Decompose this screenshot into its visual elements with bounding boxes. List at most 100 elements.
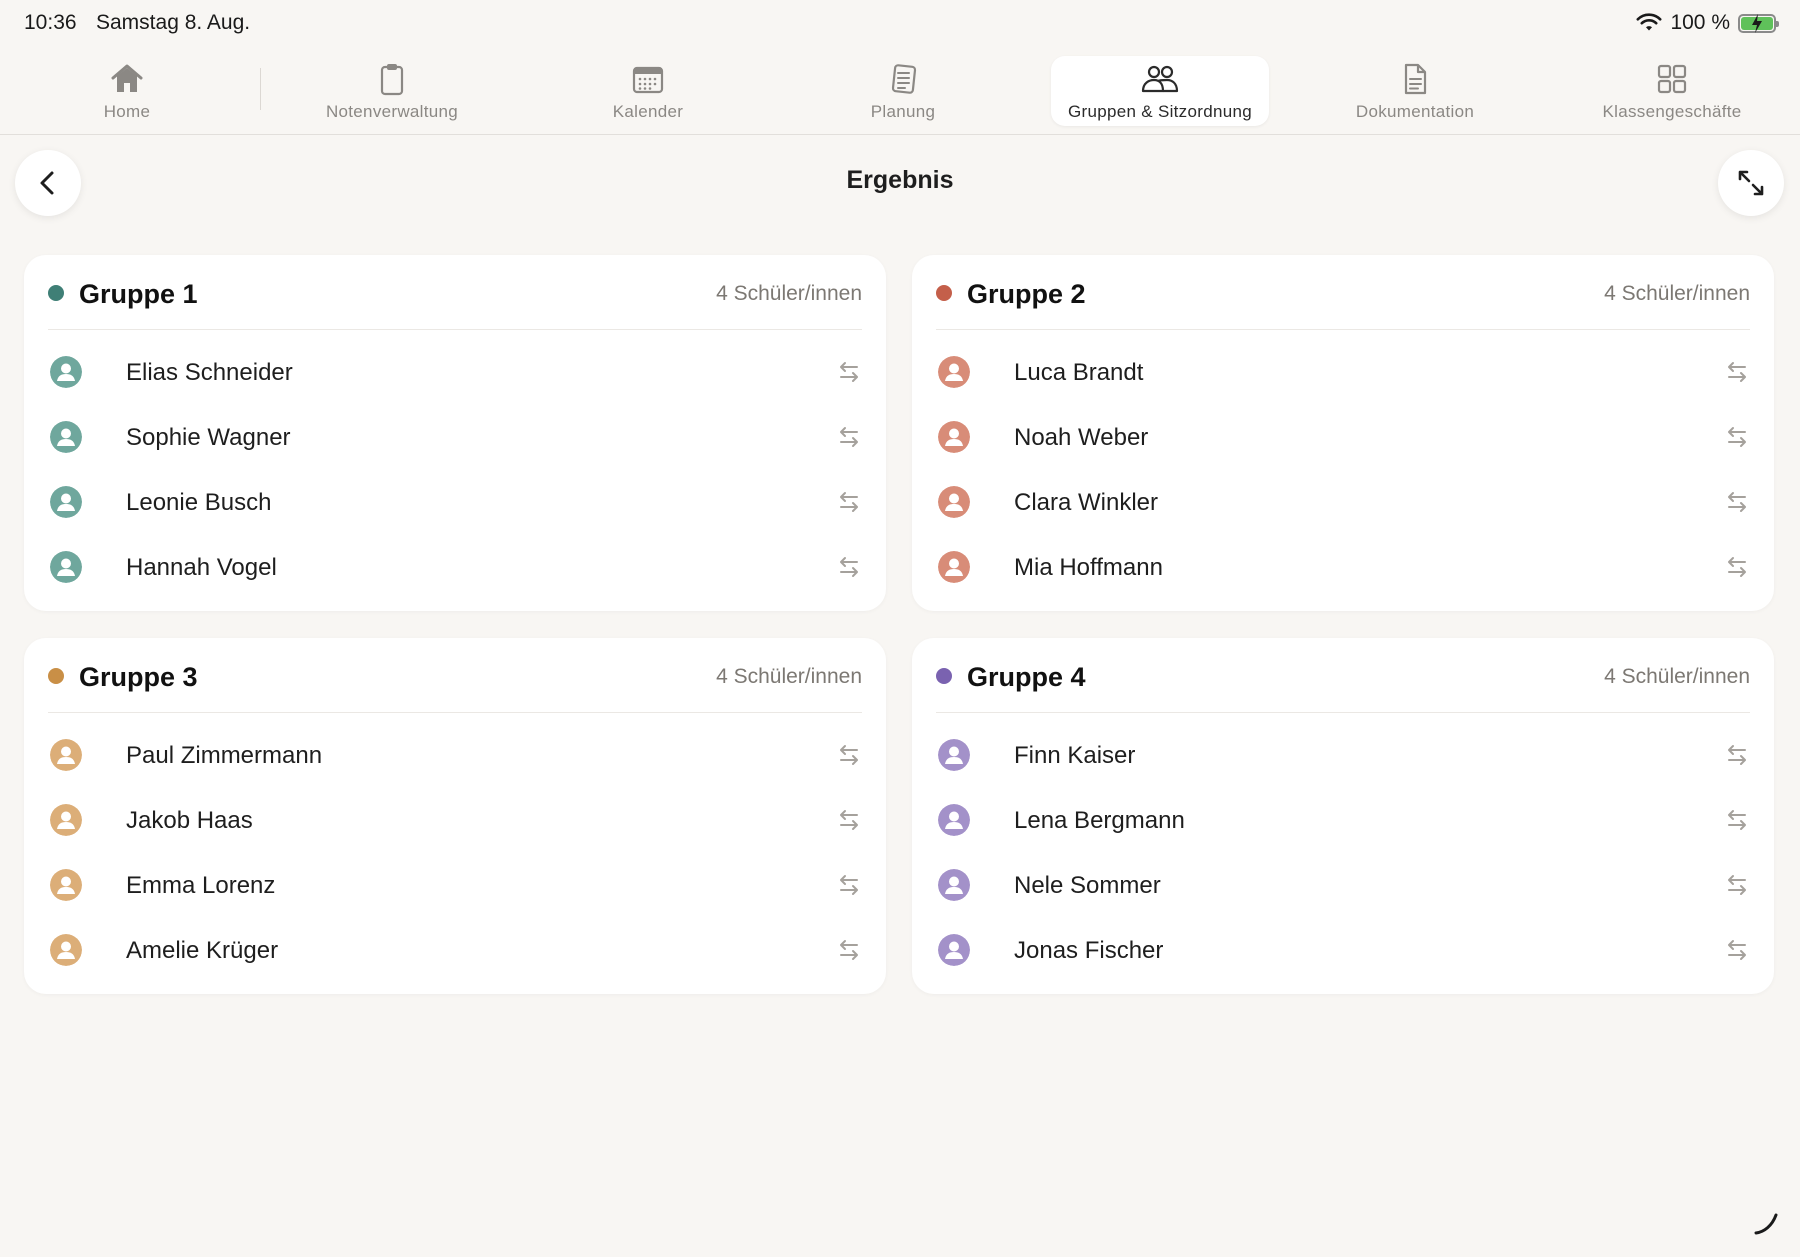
notes-icon [891, 64, 917, 94]
group-color-dot [48, 285, 64, 301]
group-title: Gruppe 1 [79, 279, 198, 309]
student-name: Mia Hoffmann [1014, 554, 1163, 581]
student-name: Noah Weber [1014, 424, 1149, 451]
status-time: 10:36 [24, 11, 77, 34]
list-item[interactable]: Elias Schneider [48, 340, 862, 405]
tab-label: Planung [870, 102, 936, 121]
student-name: Lena Bergmann [1014, 807, 1185, 834]
list-item[interactable]: Jakob Haas [48, 788, 862, 853]
swap-arrows-icon[interactable] [836, 872, 862, 898]
student-name: Elias Schneider [126, 359, 293, 386]
student-name: Emma Lorenz [126, 872, 276, 899]
swap-arrows-icon[interactable] [1724, 359, 1750, 385]
swap-arrows-icon[interactable] [836, 489, 862, 515]
group-color-dot [936, 285, 952, 301]
swap-arrows-icon[interactable] [1724, 424, 1750, 450]
status-indicators: 100 % [1636, 11, 1779, 35]
person-icon [50, 486, 82, 518]
clipboard-icon [380, 64, 404, 96]
person-icon [938, 421, 970, 453]
tab-label: Dokumentation [1355, 102, 1475, 121]
status-date: Samstag 8. Aug. [96, 11, 251, 34]
swap-arrows-icon[interactable] [1724, 742, 1750, 768]
person-icon [50, 804, 82, 836]
list-item[interactable]: Hannah Vogel [48, 535, 862, 600]
list-item[interactable]: Clara Winkler [936, 470, 1750, 535]
list-item[interactable]: Sophie Wagner [48, 405, 862, 470]
group-title: Gruppe 4 [967, 662, 1086, 692]
list-item[interactable]: Amelie Krüger [48, 918, 862, 983]
scribble-indicator-icon [1754, 1213, 1778, 1235]
group-color-dot [48, 668, 64, 684]
student-name: Leonie Busch [126, 489, 272, 516]
swap-arrows-icon[interactable] [836, 359, 862, 385]
list-item[interactable]: Nele Sommer [936, 853, 1750, 918]
person-icon [938, 739, 970, 771]
tab-planung[interactable]: Planung [794, 56, 1012, 126]
grid-icon [1657, 64, 1687, 94]
list-item[interactable]: Noah Weber [936, 405, 1750, 470]
group-header: Gruppe 4 4 Schüler/innen [936, 638, 1750, 713]
group-count: 4 Schüler/innen [716, 665, 862, 688]
list-item[interactable]: Leonie Busch [48, 470, 862, 535]
swap-arrows-icon[interactable] [836, 807, 862, 833]
person-icon [50, 551, 82, 583]
tab-divider [260, 68, 261, 110]
tab-label: Klassengeschäfte [1602, 102, 1742, 121]
swap-arrows-icon[interactable] [836, 554, 862, 580]
list-item[interactable]: Emma Lorenz [48, 853, 862, 918]
tab-kalender[interactable]: Kalender [539, 56, 757, 126]
tab-label: Gruppen & Sitzordnung [1068, 102, 1252, 121]
student-name: Jonas Fischer [1014, 937, 1164, 964]
tab-home[interactable]: Home [18, 56, 236, 126]
swap-arrows-icon[interactable] [1724, 872, 1750, 898]
list-item[interactable]: Finn Kaiser [936, 723, 1750, 788]
tab-notenverwaltung[interactable]: Notenverwaltung [283, 56, 501, 126]
student-name: Nele Sommer [1014, 872, 1161, 899]
calendar-icon [632, 66, 664, 94]
student-name: Luca Brandt [1014, 359, 1144, 386]
list-item[interactable]: Lena Bergmann [936, 788, 1750, 853]
list-item[interactable]: Luca Brandt [936, 340, 1750, 405]
swap-arrows-icon[interactable] [1724, 807, 1750, 833]
tab-gruppen-sitzordnung[interactable]: Gruppen & Sitzordnung [1051, 56, 1269, 126]
group-card: Gruppe 1 4 Schüler/innen Elias Schneider [24, 255, 886, 611]
list-item[interactable]: Mia Hoffmann [936, 535, 1750, 600]
group-color-dot [936, 668, 952, 684]
swap-arrows-icon[interactable] [1724, 554, 1750, 580]
person-icon [50, 421, 82, 453]
person-icon [938, 356, 970, 388]
group-card: Gruppe 2 4 Schüler/innen Luca Brandt Noa… [912, 255, 1774, 611]
tab-label: Home [103, 102, 151, 121]
swap-arrows-icon[interactable] [836, 424, 862, 450]
group-count: 4 Schüler/innen [716, 282, 862, 305]
document-icon [1404, 63, 1427, 95]
group-count: 4 Schüler/innen [1604, 282, 1750, 305]
tab-klassengeschaefte[interactable]: Klassengeschäfte [1563, 56, 1781, 126]
group-title: Gruppe 2 [967, 279, 1086, 309]
tab-label: Notenverwaltung [325, 102, 459, 121]
student-name: Paul Zimmermann [126, 742, 323, 769]
list-item[interactable]: Jonas Fischer [936, 918, 1750, 983]
status-bar: 10:36 Samstag 8. Aug. 100 % [0, 0, 1800, 50]
swap-arrows-icon[interactable] [836, 937, 862, 963]
swap-arrows-icon[interactable] [1724, 489, 1750, 515]
person-icon [50, 356, 82, 388]
group-card: Gruppe 4 4 Schüler/innen Finn Kaiser Len… [912, 638, 1774, 994]
swap-arrows-icon[interactable] [836, 742, 862, 768]
tab-dokumentation[interactable]: Dokumentation [1306, 56, 1524, 126]
list-item[interactable]: Paul Zimmermann [48, 723, 862, 788]
swap-arrows-icon[interactable] [1724, 937, 1750, 963]
person-icon [938, 869, 970, 901]
wifi-icon [1636, 13, 1662, 31]
student-name: Jakob Haas [126, 807, 253, 834]
house-icon [111, 64, 143, 92]
page-title: Ergebnis [846, 166, 954, 194]
student-name: Clara Winkler [1014, 489, 1159, 516]
student-name: Hannah Vogel [126, 554, 277, 581]
person-icon [50, 869, 82, 901]
person-icon [50, 739, 82, 771]
expand-button[interactable] [1718, 150, 1784, 216]
person-icon [938, 934, 970, 966]
group-count: 4 Schüler/innen [1604, 665, 1750, 688]
